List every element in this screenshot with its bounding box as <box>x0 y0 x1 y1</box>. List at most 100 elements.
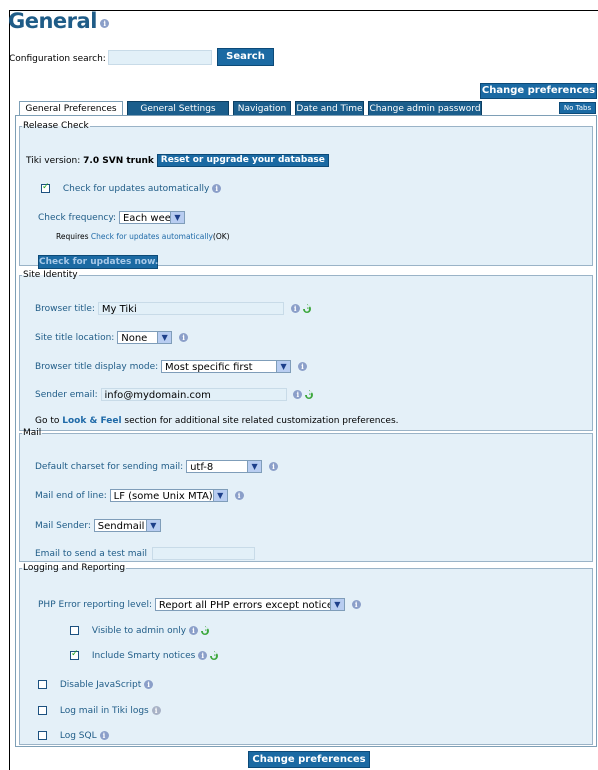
browser-title-label: Browser title: <box>35 304 95 314</box>
site-title-location-row: Site title location: None ▼ i <box>35 331 189 344</box>
check-auto-checkbox[interactable] <box>41 182 50 193</box>
browser-title-input[interactable]: My Tiki <box>97 302 284 315</box>
tab-general-preferences[interactable]: General Preferences <box>19 101 123 116</box>
help-icon[interactable]: i <box>297 362 307 371</box>
site-title-location-select[interactable]: None ▼ <box>117 331 173 344</box>
visible-admin-row: Visible to admin only i <box>70 626 211 636</box>
tiki-version-label: Tiki version: <box>26 156 81 166</box>
help-icon[interactable]: i <box>189 626 199 635</box>
tab-change-admin-password[interactable]: Change admin password <box>368 101 482 115</box>
smarty-row: Include Smarty notices i <box>70 649 220 661</box>
goto-suffix: section for additional site related cust… <box>124 416 399 426</box>
help-icon[interactable]: i <box>351 600 361 609</box>
requires-link[interactable]: Check for updates automatically <box>91 232 213 241</box>
change-preferences-button-bottom[interactable]: Change preferences <box>248 751 370 768</box>
disable-js-checkbox[interactable] <box>38 680 47 689</box>
reset-arrow-icon[interactable] <box>302 304 313 313</box>
requires-text: Requires <box>56 232 89 241</box>
release-legend: Release Check <box>23 121 89 131</box>
log-sql-checkbox[interactable] <box>38 731 47 740</box>
chevron-down-icon: ▼ <box>212 490 227 501</box>
eol-row: Mail end of line: LF (some Unix MTA) ▼ i <box>35 489 244 502</box>
reset-arrow-icon[interactable] <box>304 390 315 399</box>
logging-legend: Logging and Reporting <box>23 563 126 573</box>
chevron-down-icon: ▼ <box>329 599 344 610</box>
tiki-version-row: Tiki version: 7.0 SVN trunk Reset or upg… <box>26 154 329 167</box>
sender-email-row: Sender email: info@mydomain.com i <box>35 388 315 401</box>
check-frequency-select[interactable]: Each week ▼ <box>118 211 185 224</box>
mail-sender-label: Mail Sender: <box>35 521 91 531</box>
eol-label: Mail end of line: <box>35 491 107 501</box>
check-frequency-label: Check frequency: <box>38 213 117 223</box>
help-icon[interactable]: i <box>151 706 161 715</box>
mail-sender-select[interactable]: Sendmail ▼ <box>93 519 161 532</box>
help-icon[interactable]: i <box>99 731 109 740</box>
charset-row: Default charset for sending mail: utf-8 ▼… <box>35 460 278 473</box>
smarty-label: Include Smarty notices <box>91 651 196 661</box>
test-mail-input[interactable] <box>151 547 255 560</box>
search-input[interactable] <box>108 50 212 65</box>
tab-panel: Release Check Tiki version: 7.0 SVN trun… <box>15 115 597 747</box>
search-label: Configuration search: <box>9 54 106 64</box>
log-mail-checkbox[interactable] <box>38 706 47 715</box>
help-icon[interactable]: i <box>198 651 208 660</box>
help-icon[interactable]: i <box>234 491 244 500</box>
help-icon[interactable]: i <box>179 333 189 342</box>
site-identity-legend: Site Identity <box>23 270 78 280</box>
log-sql-label: Log SQL <box>59 731 97 741</box>
goto-prefix: Go to <box>35 416 60 426</box>
tab-general-settings[interactable]: General Settings <box>127 101 229 115</box>
test-mail-label: Email to send a test mail <box>35 549 148 559</box>
php-error-row: PHP Error reporting level: Report all PH… <box>38 598 361 611</box>
eol-select[interactable]: LF (some Unix MTA) ▼ <box>109 489 228 502</box>
smarty-checkbox[interactable] <box>70 649 79 660</box>
fieldset-logging: Logging and Reporting PHP Error reportin… <box>19 563 593 745</box>
help-icon[interactable]: i <box>144 680 154 689</box>
change-preferences-button-top[interactable]: Change preferences <box>480 83 597 99</box>
mail-legend: Mail <box>23 428 42 438</box>
help-icon[interactable]: i <box>212 184 222 193</box>
display-mode-label: Browser title display mode: <box>35 362 159 372</box>
look-and-feel-link[interactable]: Look & Feel <box>62 416 121 426</box>
visible-admin-label: Visible to admin only <box>91 626 187 636</box>
charset-select[interactable]: utf-8 ▼ <box>186 460 263 473</box>
php-error-label: PHP Error reporting level: <box>38 600 152 610</box>
page-title: General <box>8 9 97 33</box>
check-auto-row: Check for updates automatically i <box>41 182 222 194</box>
fieldset-mail: Mail Default charset for sending mail: u… <box>19 428 593 562</box>
disable-js-label: Disable JavaScript <box>59 680 142 690</box>
fieldset-release-check: Release Check Tiki version: 7.0 SVN trun… <box>19 121 593 269</box>
help-icon[interactable]: i <box>268 462 278 471</box>
requires-row: Requires Check for updates automatically… <box>56 232 230 241</box>
reset-arrow-icon[interactable] <box>200 626 211 635</box>
sender-email-input[interactable]: info@mydomain.com <box>100 388 287 401</box>
goto-row: Go to Look & Feel section for additional… <box>35 416 399 426</box>
check-frequency-row: Check frequency: Each week ▼ <box>38 211 185 224</box>
charset-label: Default charset for sending mail: <box>35 462 184 472</box>
reset-database-button[interactable]: Reset or upgrade your database <box>156 154 329 167</box>
chevron-down-icon: ▼ <box>157 332 172 343</box>
tab-navigation[interactable]: Navigation <box>233 101 291 115</box>
visible-admin-checkbox[interactable] <box>70 626 79 635</box>
help-icon[interactable]: i <box>290 304 300 313</box>
check-updates-now-button[interactable]: Check for updates now. <box>38 255 158 269</box>
chevron-down-icon: ▼ <box>247 461 262 472</box>
log-mail-row: Log mail in Tiki logs i <box>38 706 161 716</box>
no-tabs-button[interactable]: No Tabs <box>559 102 596 114</box>
tab-date-time[interactable]: Date and Time <box>295 101 364 115</box>
test-mail-row: Email to send a test mail <box>35 547 255 560</box>
log-mail-label: Log mail in Tiki logs <box>59 706 149 716</box>
chevron-down-icon: ▼ <box>169 212 184 223</box>
disable-js-row: Disable JavaScript i <box>38 680 154 690</box>
reset-arrow-icon[interactable] <box>209 651 220 660</box>
mail-sender-row: Mail Sender: Sendmail ▼ <box>35 519 161 532</box>
chevron-down-icon: ▼ <box>276 361 291 372</box>
help-icon[interactable]: i <box>293 390 303 399</box>
display-mode-select[interactable]: Most specific first ▼ <box>161 360 292 373</box>
chevron-down-icon: ▼ <box>145 520 160 531</box>
tiki-version-value: 7.0 SVN trunk <box>83 156 154 166</box>
search-button[interactable]: Search <box>217 48 274 66</box>
help-icon[interactable]: i <box>99 19 109 28</box>
browser-title-row: Browser title: My Tiki i <box>35 302 313 315</box>
php-error-select[interactable]: Report all PHP errors except notices ▼ <box>154 598 345 611</box>
